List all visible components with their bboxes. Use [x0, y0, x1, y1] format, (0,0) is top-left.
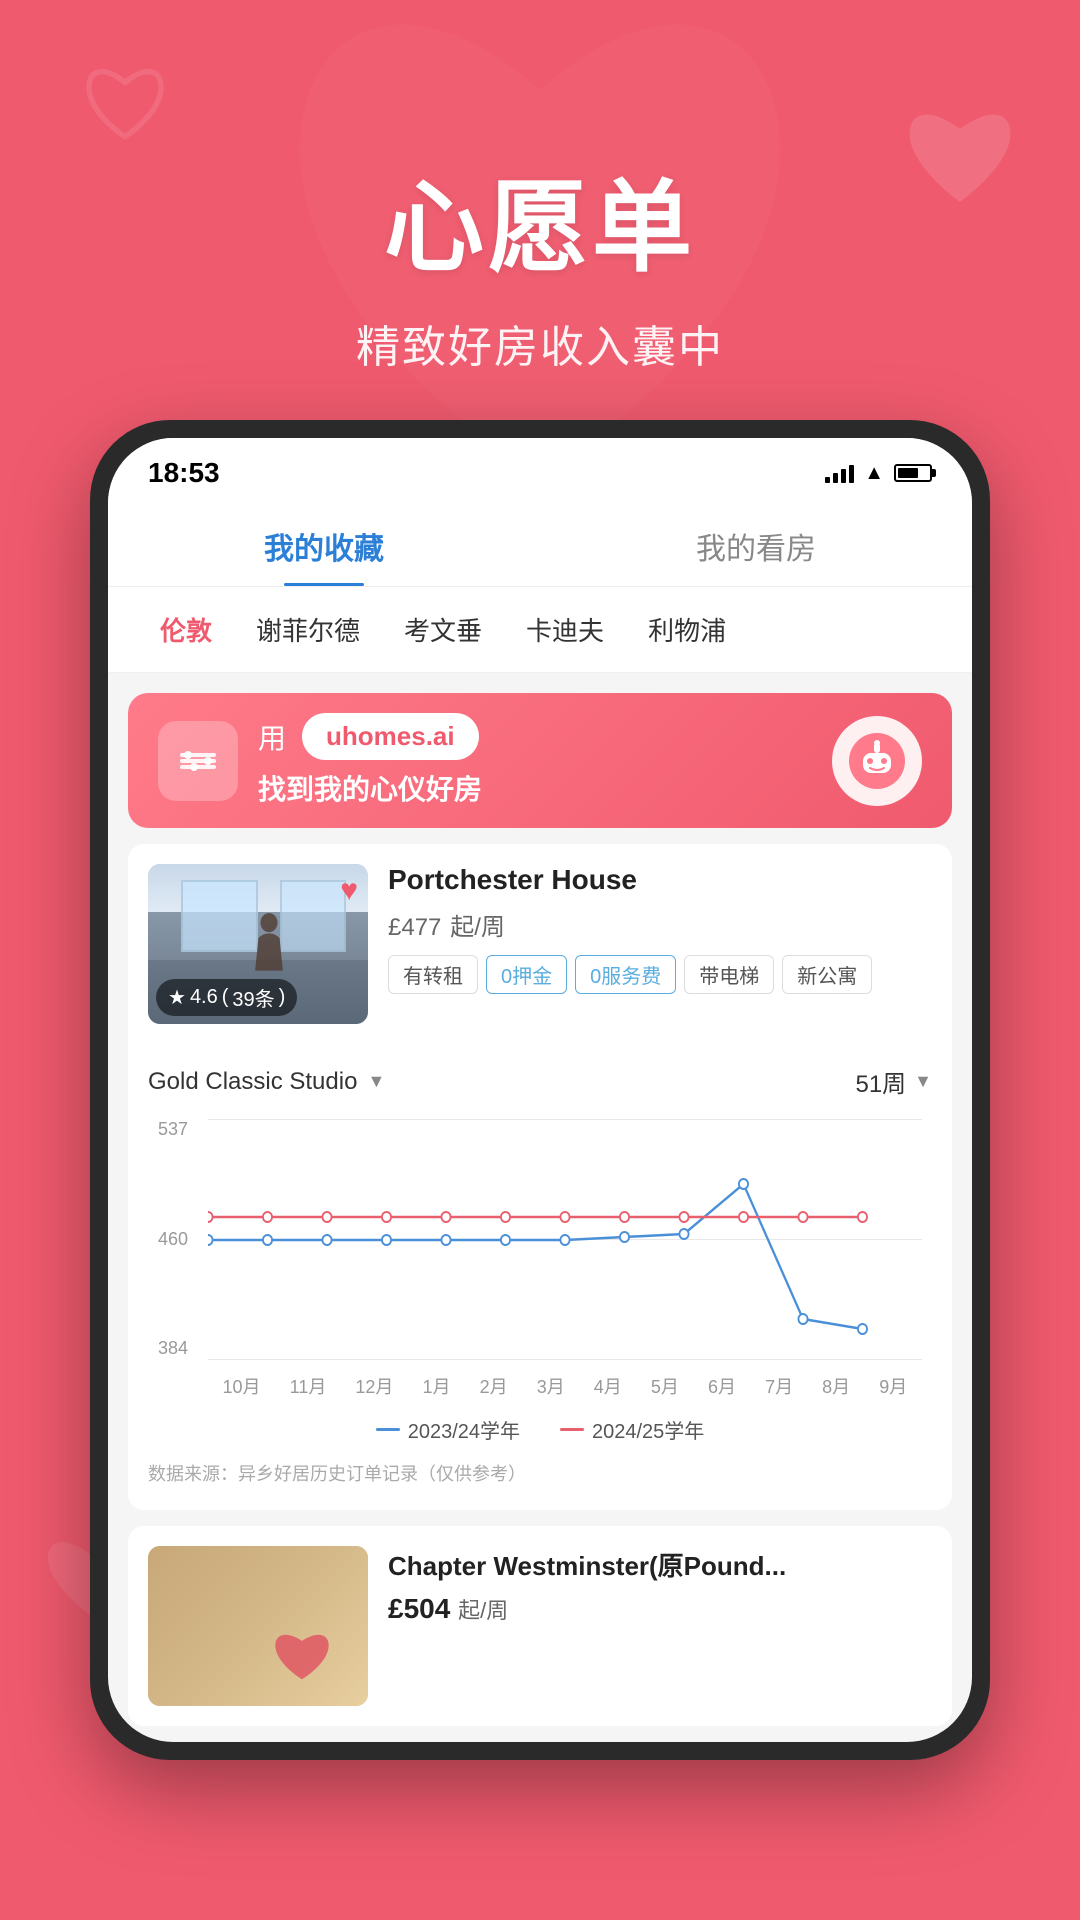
- chart-type-label: Gold Classic Studio: [148, 1068, 357, 1096]
- signal-icon: [825, 463, 854, 483]
- legend-label-2425: 2024/25学年: [592, 1415, 704, 1444]
- city-cardiff[interactable]: 卡迪夫: [504, 603, 626, 656]
- city-sheffield[interactable]: 谢菲尔德: [234, 603, 382, 656]
- banner-settings-icon: [158, 721, 238, 801]
- status-bar: 18:53 ▲: [108, 438, 972, 498]
- x-label-jul: 7月: [765, 1373, 793, 1399]
- phone-mockup: 18:53 ▲ 我的收藏 我的看房: [90, 420, 990, 1760]
- legend-2425: 2024/25学年: [560, 1415, 704, 1444]
- banner-slogan: 找到我的心仪好房: [258, 768, 812, 808]
- tag-elevator: 带电梯: [684, 955, 774, 994]
- phone-screen: 18:53 ▲ 我的收藏 我的看房: [108, 438, 972, 1742]
- x-label-jan: 1月: [423, 1373, 451, 1399]
- property-price-1: £477 起/周: [388, 906, 932, 943]
- legend-dot-2324: [376, 1428, 400, 1431]
- legend-dot-2425: [560, 1428, 584, 1431]
- property-heart-icon[interactable]: ♥: [340, 874, 358, 908]
- status-time: 18:53: [148, 457, 220, 489]
- chart-week-label: 51周: [855, 1064, 906, 1099]
- city-filter: 伦敦 谢菲尔德 考文垂 卡迪夫 利物浦: [108, 587, 972, 673]
- property-image-2: [148, 1546, 368, 1706]
- property-main-1: ♥ ★ 4.6 (39条) Portchester House £477 起/周: [128, 844, 952, 1044]
- hero-subtitle: 精致好房收入囊中: [356, 311, 724, 375]
- banner-use-text: 用: [258, 717, 286, 757]
- x-label-sep: 9月: [879, 1373, 907, 1399]
- y-label-460: 460: [158, 1229, 188, 1250]
- x-label-mar: 3月: [537, 1373, 565, 1399]
- property-card-1[interactable]: ♥ ★ 4.6 (39条) Portchester House £477 起/周: [128, 844, 952, 1510]
- chart-legend: 2023/24学年 2024/25学年: [148, 1399, 932, 1460]
- tabs-bar: 我的收藏 我的看房: [108, 498, 972, 587]
- x-label-may: 5月: [651, 1373, 679, 1399]
- ai-banner[interactable]: 用 uhomes.ai 找到我的心仪好房: [128, 693, 952, 828]
- x-axis-labels: 10月 11月 12月 1月 2月 3月 4月 5月 6月 7月 8月 9月: [208, 1373, 922, 1399]
- property-info-1: Portchester House £477 起/周 有转租 0押金 0服务费 …: [388, 864, 932, 1024]
- chart-section: Gold Classic Studio ▼ 51周 ▼ 537 460: [128, 1044, 952, 1510]
- tab-my-collection[interactable]: 我的收藏: [108, 508, 540, 586]
- star-icon: ★: [168, 985, 186, 1010]
- property-image-1: ♥ ★ 4.6 (39条): [148, 864, 368, 1024]
- hero-title: 心愿单: [384, 146, 696, 291]
- x-label-dec: 12月: [355, 1373, 393, 1399]
- x-label-oct: 10月: [223, 1373, 261, 1399]
- chart-header: Gold Classic Studio ▼ 51周 ▼: [148, 1064, 932, 1099]
- x-label-nov: 11月: [290, 1373, 327, 1399]
- chart-type-dropdown[interactable]: Gold Classic Studio ▼: [148, 1068, 385, 1096]
- property-tags-1: 有转租 0押金 0服务费 带电梯 新公寓: [388, 955, 932, 994]
- property-info-2: Chapter Westminster(原Pound... £504 起/周: [388, 1546, 932, 1706]
- city-london[interactable]: 伦敦: [138, 603, 234, 656]
- banner-robot-icon: [832, 716, 922, 806]
- banner-url: uhomes.ai: [302, 713, 479, 760]
- city-liverpool[interactable]: 利物浦: [626, 603, 748, 656]
- legend-label-2324: 2023/24学年: [408, 1415, 520, 1444]
- chart-source: 数据来源：异乡好居历史订单记录（仅供参考）: [148, 1460, 932, 1500]
- tab-my-viewing[interactable]: 我的看房: [540, 508, 972, 586]
- x-label-jun: 6月: [708, 1373, 736, 1399]
- x-label-feb: 2月: [480, 1373, 508, 1399]
- property-name-1: Portchester House: [388, 864, 932, 896]
- battery-icon: [894, 464, 932, 482]
- tag-service-fee: 0服务费: [575, 955, 676, 994]
- chart-type-arrow: ▼: [367, 1071, 385, 1092]
- chart-week-dropdown[interactable]: 51周 ▼: [855, 1064, 932, 1099]
- rating-count: (: [222, 986, 229, 1009]
- chart-svg: [208, 1119, 922, 1359]
- property-rating: ★ 4.6 (39条): [156, 979, 297, 1016]
- y-label-384: 384: [158, 1338, 188, 1359]
- wifi-icon: ▲: [864, 462, 884, 485]
- status-icons: ▲: [825, 462, 932, 485]
- tag-deposit: 0押金: [486, 955, 567, 994]
- y-label-537: 537: [158, 1119, 188, 1140]
- x-label-apr: 4月: [594, 1373, 622, 1399]
- y-axis-labels: 537 460 384: [158, 1119, 188, 1359]
- chart-area: 537 460 384: [158, 1119, 922, 1399]
- rating-value: 4.6: [190, 986, 218, 1009]
- property-price-2: £504 起/周: [388, 1593, 932, 1625]
- x-label-aug: 8月: [822, 1373, 850, 1399]
- legend-2324: 2023/24学年: [376, 1415, 520, 1444]
- city-coventry[interactable]: 考文垂: [382, 603, 504, 656]
- chart-week-arrow: ▼: [914, 1071, 932, 1092]
- phone-frame: 18:53 ▲ 我的收藏 我的看房: [90, 420, 990, 1760]
- tag-sublease: 有转租: [388, 955, 478, 994]
- property-name-2: Chapter Westminster(原Pound...: [388, 1546, 932, 1583]
- tag-new-apt: 新公寓: [782, 955, 872, 994]
- property-card-2[interactable]: Chapter Westminster(原Pound... £504 起/周: [128, 1526, 952, 1726]
